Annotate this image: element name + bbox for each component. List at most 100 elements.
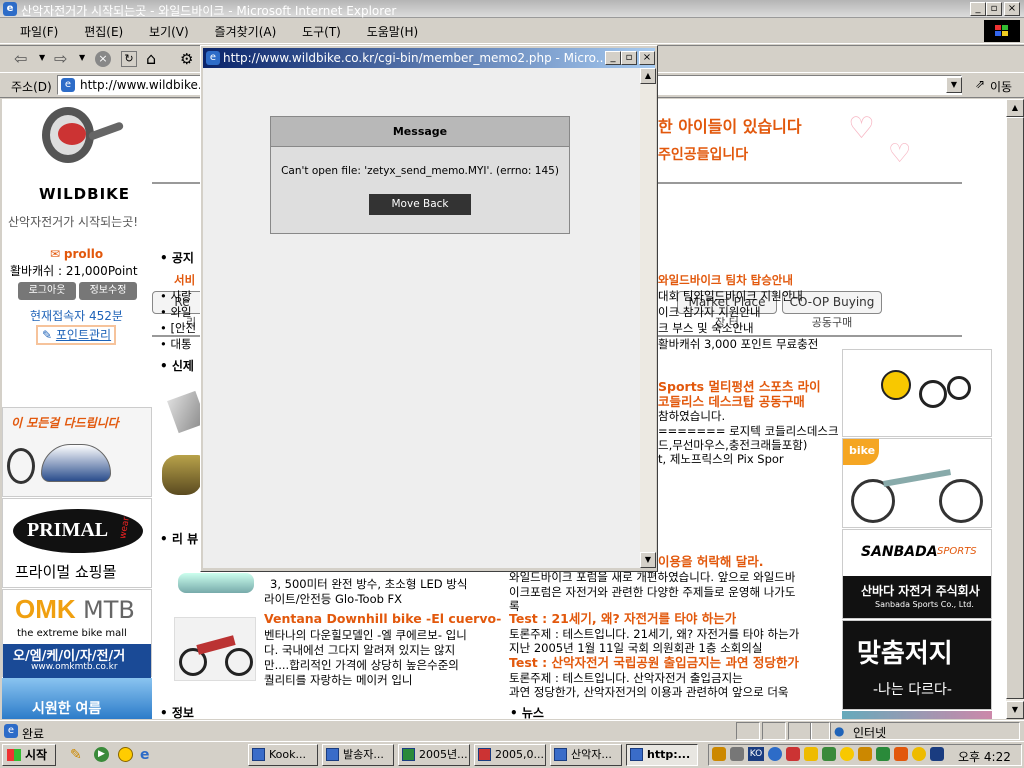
popup-maximize-button[interactable]: ▫ bbox=[621, 51, 637, 65]
quicklaunch-media-icon[interactable]: ▶ bbox=[94, 747, 109, 762]
notice-right-2[interactable]: 크 부스 및 숙소안내 bbox=[658, 320, 754, 336]
banner-helmet-text: 이 모든걸 다드립니다 bbox=[11, 416, 119, 430]
task-wildbike[interactable]: 산악자... bbox=[550, 744, 622, 766]
task-2005-a[interactable]: 2005년... bbox=[398, 744, 470, 766]
task-sender[interactable]: 발송자... bbox=[322, 744, 394, 766]
refresh-icon[interactable]: ↻ bbox=[121, 51, 137, 67]
maximize-button[interactable]: ▫ bbox=[986, 2, 1002, 16]
move-back-button[interactable]: Move Back bbox=[369, 194, 471, 215]
point-manage-button[interactable]: ✎ 포인트관리 bbox=[36, 325, 116, 345]
task-kook[interactable]: Kook... bbox=[248, 744, 318, 766]
start-button[interactable]: 시작 bbox=[2, 744, 56, 766]
menu-file[interactable]: 파일(F) bbox=[20, 25, 58, 39]
review-image-bike[interactable] bbox=[174, 617, 256, 681]
scroll-down-button[interactable]: ▼ bbox=[1006, 701, 1024, 719]
notice-right-title[interactable]: 와일드바이크 팀차 탑승안내 bbox=[658, 272, 793, 288]
forward-icon[interactable]: ⇨ bbox=[54, 49, 67, 68]
close-button[interactable]: × bbox=[1004, 2, 1020, 16]
banner-summer[interactable]: 시원한 여름 bbox=[2, 678, 152, 719]
popup-title: http://www.wildbike.co.kr/cgi-bin/member… bbox=[223, 51, 603, 65]
home-icon[interactable]: ⌂ bbox=[146, 49, 156, 68]
go-icon[interactable]: ⇗ bbox=[975, 77, 985, 91]
menu-tools[interactable]: 도구(T) bbox=[302, 25, 341, 39]
popup-minimize-button[interactable]: _ bbox=[605, 51, 621, 65]
tray-icon-k[interactable] bbox=[930, 747, 944, 761]
address-dropdown-icon[interactable]: ▼ bbox=[946, 77, 962, 93]
popup-scrollbar[interactable]: ▲ ▼ bbox=[640, 68, 656, 568]
back-icon[interactable]: ⇦ bbox=[14, 49, 27, 68]
online-count[interactable]: 현재접속자 452분 bbox=[30, 307, 123, 324]
forum-2-title[interactable]: Test : 산악자전거 국립공원 출입금지는 과연 정당한가 bbox=[509, 655, 799, 671]
notice-right-1[interactable]: 이크 참가자 지원안내 bbox=[658, 304, 761, 320]
globe-icon: ● bbox=[834, 724, 845, 738]
scroll-thumb[interactable] bbox=[1006, 117, 1024, 699]
menu-view[interactable]: 보기(V) bbox=[149, 25, 189, 39]
user-name[interactable]: prollo bbox=[64, 247, 103, 261]
minimize-button[interactable]: _ bbox=[970, 2, 986, 16]
jersey-title: 맞춤저지 bbox=[857, 639, 953, 669]
mail-icon[interactable]: ✉ bbox=[50, 247, 60, 261]
forum-1-title[interactable]: Test : 21세기, 왜? 자전거를 타야 하는가 bbox=[509, 611, 736, 627]
ime-indicator[interactable]: KO bbox=[748, 747, 764, 761]
review-0-line-0: 3, 500미터 완전 방수, 초소형 LED 방식 bbox=[270, 577, 468, 591]
notice-right-3[interactable]: 활바캐쉬 3,000 포인트 무료충전 bbox=[658, 336, 818, 352]
tray-icon-globe[interactable] bbox=[768, 747, 782, 761]
notice-left-0[interactable]: 서비 bbox=[174, 272, 195, 288]
notice-left-2[interactable]: • 와일 bbox=[160, 304, 192, 320]
tray-icon-red[interactable] bbox=[786, 747, 800, 761]
tray-icon-shield[interactable] bbox=[858, 747, 872, 761]
promo-orange-0[interactable]: Sports 멀티펑션 스포츠 라이 bbox=[658, 379, 821, 395]
quicklaunch-icon-1[interactable]: ✎ bbox=[70, 747, 82, 763]
notice-left-4[interactable]: • 대통 bbox=[160, 336, 192, 352]
review-1-title[interactable]: Ventana Downhill bike -El cuervo- bbox=[264, 611, 501, 627]
notice-left-3[interactable]: • [안전 bbox=[160, 320, 196, 336]
menu-edit[interactable]: 편집(E) bbox=[84, 25, 123, 39]
logout-button[interactable]: 로그아웃 bbox=[18, 282, 76, 300]
ad-jersey[interactable]: 맞춤저지 -나는 다르다- bbox=[842, 620, 992, 710]
forum-0-title[interactable]: 이용을 허락해 달라. bbox=[658, 554, 763, 570]
status-bar: e 완료 ● 인터넷 bbox=[0, 720, 1024, 741]
stop-icon[interactable]: × bbox=[95, 51, 111, 67]
ad-mascot[interactable] bbox=[842, 349, 992, 437]
menu-help[interactable]: 도움말(H) bbox=[367, 25, 419, 39]
tray-icon-face[interactable] bbox=[840, 747, 854, 761]
forward-dropdown-icon[interactable]: ▼ bbox=[79, 53, 85, 62]
tray-volume-icon[interactable] bbox=[730, 747, 744, 761]
edit-profile-button[interactable]: 정보수정 bbox=[79, 282, 137, 300]
search-icon[interactable]: ⚙ bbox=[180, 50, 193, 68]
review-image-light[interactable] bbox=[178, 573, 254, 593]
tray-icon-smile[interactable] bbox=[912, 747, 926, 761]
go-button[interactable]: 이동 bbox=[990, 78, 1012, 95]
tray-icon-yellow[interactable] bbox=[804, 747, 818, 761]
popup-content: Message Can't open file: 'zetyx_send_mem… bbox=[203, 68, 640, 568]
task-2005-b[interactable]: 2005,0... bbox=[474, 744, 546, 766]
notice-left-1[interactable]: • 사랑 bbox=[160, 288, 192, 304]
windows-logo-icon bbox=[984, 20, 1020, 42]
clock[interactable]: 오후 4:22 bbox=[958, 748, 1011, 765]
tray-icon-flag[interactable] bbox=[894, 747, 908, 761]
tray-icon-network[interactable] bbox=[822, 747, 836, 761]
start-windows-icon bbox=[7, 749, 21, 761]
page-scrollbar[interactable]: ▲ ▼ bbox=[1006, 99, 1024, 719]
scroll-up-button[interactable]: ▲ bbox=[1006, 99, 1024, 117]
banner-helmet[interactable]: 이 모든걸 다드립니다 bbox=[2, 407, 152, 497]
tray-icon-pen[interactable] bbox=[712, 747, 726, 761]
popup-scroll-up[interactable]: ▲ bbox=[640, 68, 656, 84]
menu-favorites[interactable]: 즐겨찾기(A) bbox=[215, 25, 277, 39]
wildbike-logo[interactable] bbox=[32, 105, 125, 175]
ad-bike[interactable]: bike bbox=[842, 438, 992, 528]
popup-close-button[interactable]: × bbox=[639, 51, 655, 65]
heart-icon-small: ♡ bbox=[888, 139, 912, 169]
quicklaunch-icon-3[interactable] bbox=[118, 747, 133, 762]
notice-right-0[interactable]: 대회 팀와일드바이크 지원안내 bbox=[658, 288, 803, 304]
review-title: • 리 뷰 bbox=[160, 532, 199, 546]
banner-omk[interactable]: OMK MTB the extreme bike mall 오/엠/케/이/자/… bbox=[2, 589, 152, 678]
banner-primal[interactable]: PRIMAL wear 프라이멀 쇼핑몰 bbox=[2, 498, 152, 588]
tray-icon-green[interactable] bbox=[876, 747, 890, 761]
quicklaunch-ie-icon[interactable]: e bbox=[140, 747, 150, 763]
popup-scroll-down[interactable]: ▼ bbox=[640, 552, 656, 568]
ad-sanbada[interactable]: SANBADA SPORTS 산바다 자전거 주식회사 Sanbada Spor… bbox=[842, 529, 992, 619]
back-dropdown-icon[interactable]: ▼ bbox=[39, 53, 45, 62]
product-image-2[interactable] bbox=[162, 455, 202, 495]
task-popup[interactable]: http:... bbox=[626, 744, 698, 766]
